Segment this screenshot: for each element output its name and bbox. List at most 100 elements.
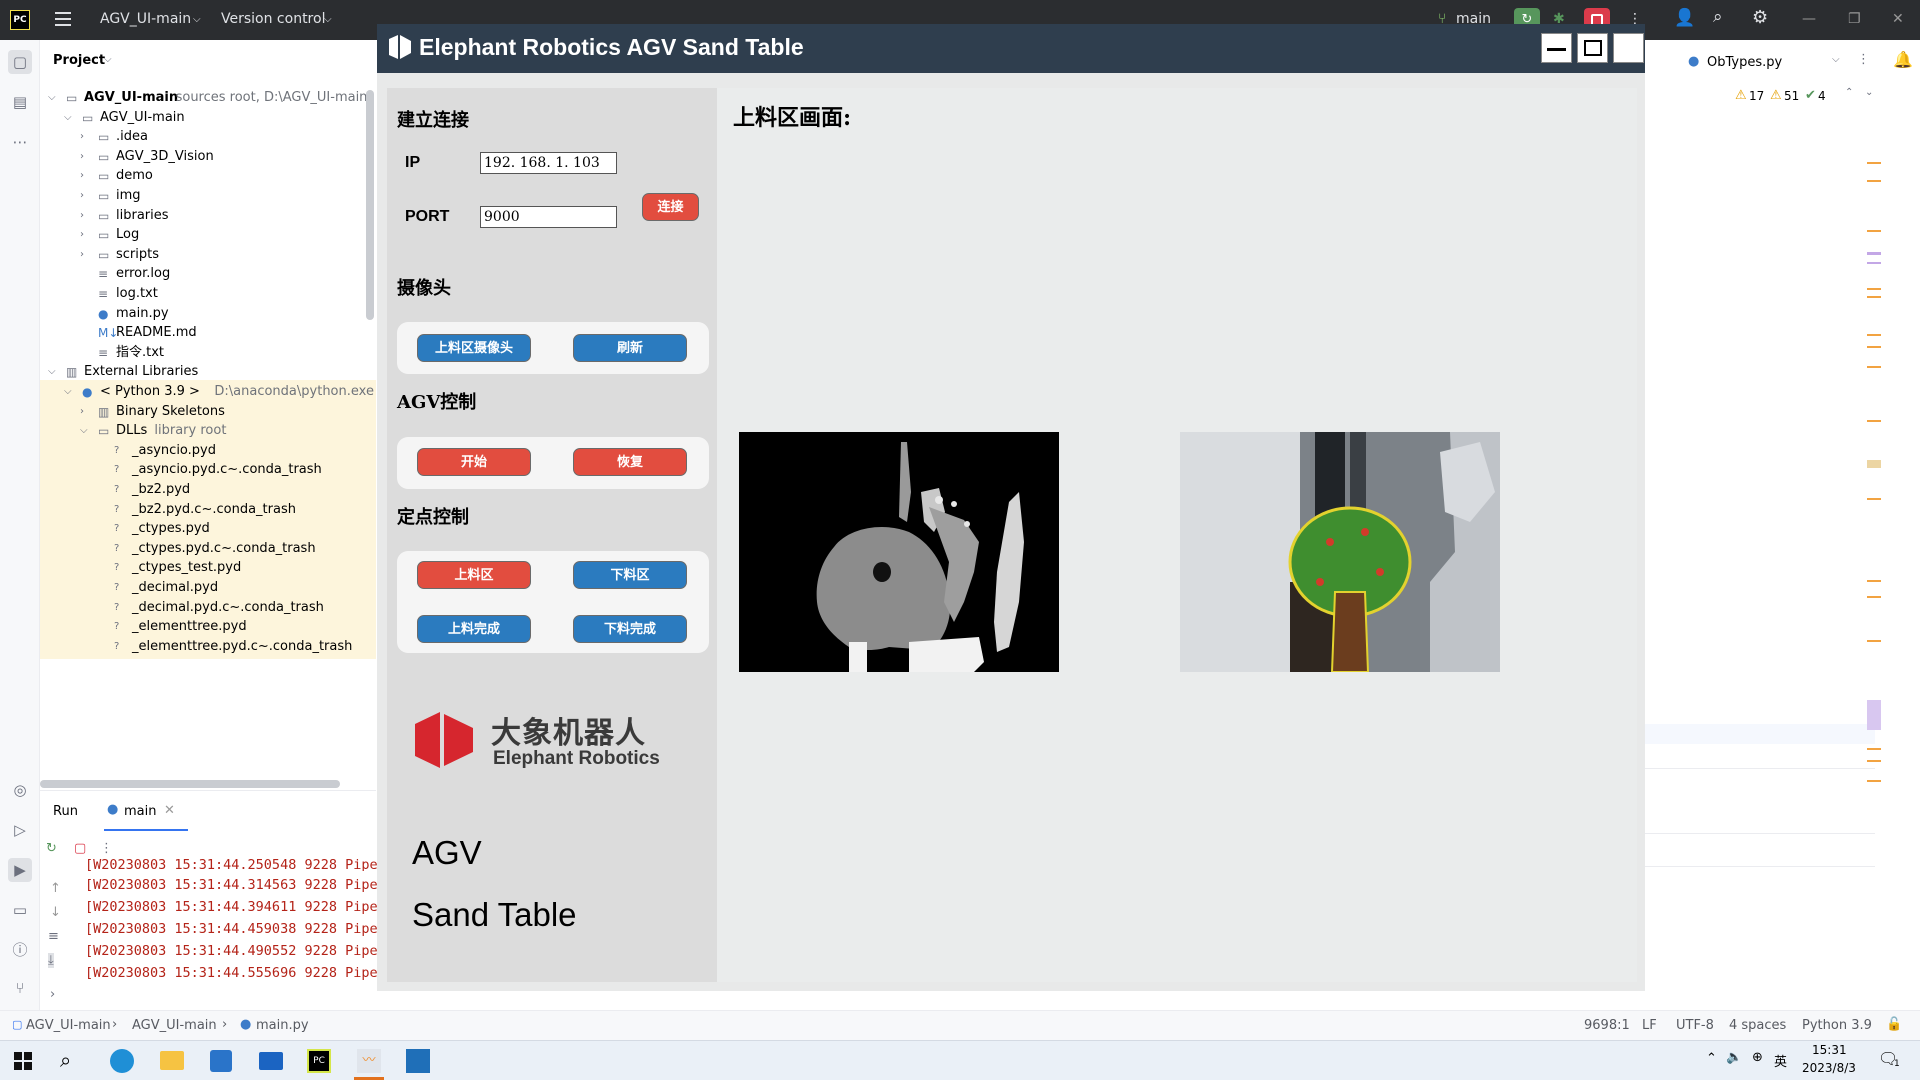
app-minimize-button[interactable] [1541,33,1572,63]
vcs-chevron-icon[interactable]: ⌵ [324,14,332,25]
notification-count: 1 [1894,1059,1900,1069]
editor-area: ● ObTypes.py ⌵ ⋮ ⚠ 17 ⚠ 51 ✔ 4 ⌃ ⌄ 🔔 [1645,40,1920,1020]
run-panel-title[interactable]: Run [53,804,78,819]
network-icon[interactable]: ⊕ [1752,1050,1763,1065]
project-panel-header: Project ⌵ [40,40,376,80]
next-highlight-icon[interactable]: ⌄ [1865,87,1873,98]
restore-icon[interactable]: ❐ [1848,11,1861,27]
elephant-logo-icon [389,35,411,59]
expand-icon[interactable]: › [50,987,55,1002]
python-console-icon[interactable]: ◎ [8,778,32,802]
soft-wrap-icon[interactable]: ≡ [48,929,59,944]
app-taskbar-icon[interactable]: 〰 [357,1049,381,1073]
windows-taskbar: ⌕ PC 〰 ⌃ 🔈 ⊕ 英 15:31 2023/8/3 🗨 1 [0,1040,1920,1080]
warnings-count[interactable]: 17 [1749,89,1764,103]
tray-chevron-icon[interactable]: ⌃ [1706,1051,1717,1066]
minimize-icon[interactable]: — [1802,11,1816,27]
pycharm-taskbar-icon[interactable]: PC [307,1049,331,1073]
project-panel-title[interactable]: Project [53,53,105,68]
rerun-icon[interactable]: ↻ [46,841,57,856]
services-icon[interactable]: ▷ [8,818,32,842]
color-camera-image [1180,432,1500,672]
app-close-button[interactable]: ✕ [1613,33,1644,63]
feed-camera-button[interactable]: 上料区摄像头 [417,334,531,362]
run-icon[interactable]: ▶ [8,858,32,882]
account-icon[interactable]: 👤 [1674,8,1695,28]
more-tools-icon[interactable]: ⋯ [8,130,32,154]
prev-highlight-icon[interactable]: ⌃ [1845,87,1853,98]
search-icon[interactable]: ⌕ [1713,7,1723,27]
breadcrumb-file[interactable]: main.py [256,1018,309,1033]
restore-button[interactable]: 恢复 [573,448,687,476]
refresh-button[interactable]: 刷新 [573,334,687,362]
tree-row[interactable]: ? _elementtree.pyd.c~.conda_trash [40,634,376,659]
clock-date[interactable]: 2023/8/3 [1802,1061,1856,1075]
scroll-down-icon[interactable]: ↓ [50,905,61,920]
structure-icon[interactable]: ▤ [8,90,32,114]
connect-button[interactable]: 连接 [642,193,699,221]
project-switcher-chevron-icon[interactable]: ⌵ [193,14,201,25]
file-encoding[interactable]: UTF-8 [1676,1018,1714,1033]
more-icon[interactable]: ⋮ [100,841,113,856]
terminal-icon[interactable]: ▭ [8,898,32,922]
camera-section-title: 摄像头 [397,278,451,299]
pycharm-logo-icon[interactable]: PC [10,10,30,30]
caret-position[interactable]: 9698:1 [1584,1018,1630,1033]
store-icon[interactable] [210,1050,232,1072]
error-stripe[interactable] [1867,120,1881,800]
project-folder-icon[interactable]: ▢ [8,50,32,74]
edge-browser-icon[interactable] [110,1049,134,1073]
clock-time[interactable]: 15:31 [1812,1043,1847,1057]
mail-icon[interactable] [259,1052,283,1070]
photo-app-icon[interactable] [406,1049,430,1073]
scroll-end-icon[interactable]: ⤓ [48,953,54,968]
log-line: [W20230803 15:31:44.394611 9228 Pipe [85,899,378,915]
tabs-more-icon[interactable]: ⋮ [1857,52,1870,67]
volume-icon[interactable]: 🔈 [1726,1050,1742,1065]
stop-icon[interactable]: ▢ [74,841,86,856]
depth-image [739,432,1059,672]
main-menu-icon[interactable] [55,12,71,26]
ip-input[interactable]: 192. 168. 1. 103 [480,152,617,174]
python-interpreter[interactable]: Python 3.9 [1802,1018,1872,1033]
log-line: [W20230803 15:31:44.250548 9228 Pipe [85,857,378,871]
scroll-up-icon[interactable]: ↑ [50,881,61,896]
log-line: [W20230803 15:31:44.459038 9228 Pipe [85,921,378,937]
ok-count[interactable]: 4 [1818,89,1826,103]
vcs-menu[interactable]: Version control [221,11,325,27]
windows-start-icon[interactable] [14,1052,32,1070]
python-file-icon: ● [1688,54,1700,69]
project-switcher[interactable]: AGV_UI-main [100,11,191,27]
start-button[interactable]: 开始 [417,448,531,476]
close-icon[interactable]: ✕ [1892,11,1904,27]
run-tab-main[interactable]: main [124,804,156,819]
python-file-icon: ● [107,802,119,817]
tabs-chevron-icon[interactable]: ⌵ [1832,54,1840,65]
editor-tab-obtypes[interactable]: ObTypes.py [1707,55,1782,70]
file-explorer-icon[interactable] [160,1051,184,1070]
lock-icon[interactable]: 🔓 [1886,1017,1902,1032]
project-tree-scrollbar[interactable] [366,90,374,320]
problems-icon[interactable]: ⓘ [8,938,32,962]
unload-done-button[interactable]: 下料完成 [573,615,687,643]
weak-warnings-count[interactable]: 51 [1784,89,1799,103]
git-icon[interactable]: ⑂ [8,976,32,1000]
unload-area-button[interactable]: 下料区 [573,561,687,589]
notifications-bell-icon[interactable]: 🔔 [1893,50,1913,69]
line-separator[interactable]: LF [1642,1018,1657,1033]
close-tab-icon[interactable]: ✕ [164,803,175,818]
project-panel-chevron-icon[interactable]: ⌵ [104,54,112,65]
project-tree-hscrollbar[interactable] [40,780,340,788]
breadcrumb-folder[interactable]: AGV_UI-main [132,1018,217,1033]
input-language[interactable]: 英 [1774,1051,1787,1070]
search-icon[interactable]: ⌕ [60,1048,71,1072]
breadcrumb-project[interactable]: AGV_UI-main [26,1018,111,1033]
settings-gear-icon[interactable]: ⚙ [1752,7,1768,28]
load-area-button[interactable]: 上料区 [417,561,531,589]
breadcrumb-separator-icon: › [222,1017,228,1032]
load-done-button[interactable]: 上料完成 [417,615,531,643]
indent-setting[interactable]: 4 spaces [1729,1018,1786,1033]
port-input[interactable]: 9000 [480,206,617,228]
app-maximize-button[interactable] [1577,33,1608,63]
editor-divider [1645,866,1875,867]
